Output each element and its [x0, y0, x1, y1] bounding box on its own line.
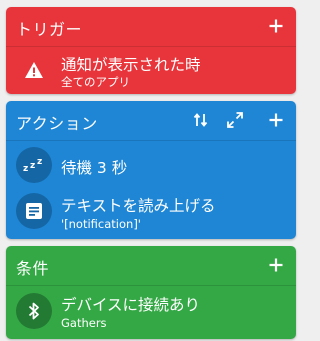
- bluetooth-icon: [16, 293, 52, 329]
- expand-button[interactable]: [223, 108, 247, 132]
- action-item-speak-sub: '[notification]': [61, 217, 141, 231]
- condition-card: 条件 デバイスに接続あり Gathers: [6, 246, 296, 339]
- action-card: アクション z z z 待機 3 秒 テキストを読み上げる '[notifica…: [6, 101, 296, 239]
- text-message-icon: [16, 193, 52, 229]
- condition-header: 条件: [6, 246, 296, 286]
- expand-icon: [227, 112, 243, 128]
- sleep-zzz-icon: z z z: [16, 147, 52, 183]
- swap-vertical-icon: [193, 113, 208, 127]
- trigger-header: トリガー: [6, 7, 296, 47]
- condition-item-label: デバイスに接続あり: [61, 296, 201, 314]
- action-header: アクション: [6, 101, 296, 141]
- trigger-item-label: 通知が表示された時: [61, 56, 201, 74]
- action-title: アクション: [16, 114, 98, 133]
- svg-text:z: z: [30, 161, 35, 171]
- plus-icon: [269, 113, 283, 127]
- plus-icon: [269, 258, 283, 272]
- svg-text:z: z: [37, 157, 42, 167]
- trigger-item-notification[interactable]: 通知が表示された時 全てのアプリ: [6, 47, 296, 94]
- trigger-item-sub: 全てのアプリ: [61, 75, 130, 89]
- condition-item-sub: Gathers: [61, 316, 107, 330]
- trigger-card: トリガー 通知が表示された時 全てのアプリ: [6, 7, 296, 94]
- add-trigger-button[interactable]: [264, 14, 288, 38]
- add-condition-button[interactable]: [264, 253, 288, 277]
- trigger-title: トリガー: [16, 20, 83, 39]
- condition-item-bluetooth[interactable]: デバイスに接続あり Gathers: [6, 286, 296, 339]
- action-item-wait[interactable]: z z z 待機 3 秒: [6, 141, 296, 188]
- reorder-button[interactable]: [189, 108, 213, 132]
- add-action-button[interactable]: [264, 108, 288, 132]
- action-item-speak-label: テキストを読み上げる: [61, 197, 216, 215]
- warning-icon: [16, 52, 52, 88]
- condition-title: 条件: [16, 259, 50, 278]
- svg-text:z: z: [23, 164, 28, 174]
- action-item-wait-label: 待機 3 秒: [61, 159, 128, 177]
- plus-icon: [269, 19, 283, 33]
- action-item-speak[interactable]: テキストを読み上げる '[notification]': [6, 188, 296, 239]
